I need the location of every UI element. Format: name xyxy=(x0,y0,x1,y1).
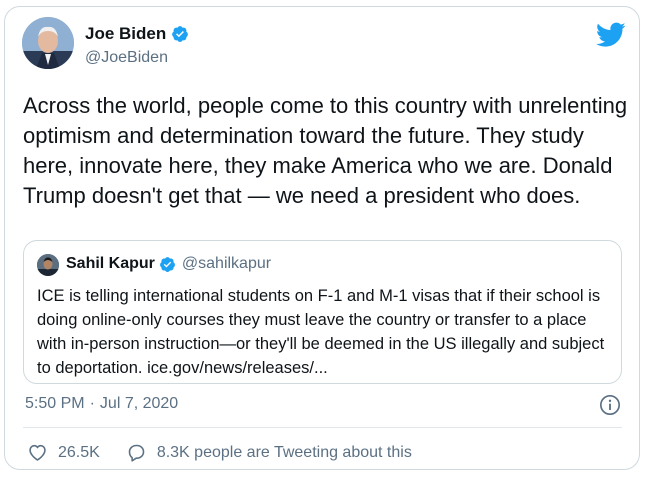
verified-badge-icon xyxy=(159,256,175,272)
quoted-tweet-text: ICE is telling international students on… xyxy=(37,287,605,377)
verified-badge-icon xyxy=(172,26,189,42)
author-name[interactable]: Joe Biden xyxy=(85,24,166,44)
quoted-author-name: Sahil Kapur xyxy=(66,255,155,272)
author-handle[interactable]: @JoeBiden xyxy=(85,49,168,67)
tweeting-about-link[interactable]: 8.3K people are Tweeting about this xyxy=(126,442,412,463)
twitter-bird-icon[interactable] xyxy=(596,22,626,48)
tweet-card: Joe Biden @JoeBiden Across the world, pe… xyxy=(4,6,640,470)
tweet-date: Jul 7, 2020 xyxy=(99,395,179,412)
quoted-tweet[interactable]: Sahil Kapur @sahilkapur ICE is telling i… xyxy=(23,240,622,384)
like-button[interactable]: 26.5K xyxy=(27,442,100,463)
info-icon[interactable] xyxy=(599,394,621,416)
like-count: 26.5K xyxy=(58,443,100,461)
separator-dot: · xyxy=(89,395,95,412)
speech-bubble-icon xyxy=(128,444,145,462)
tweet-text: Across the world, people come to this co… xyxy=(23,93,628,208)
divider xyxy=(23,427,622,428)
quoted-author-handle: @sahilkapur xyxy=(181,255,272,272)
heart-icon xyxy=(29,444,46,461)
quoted-header: Sahil Kapur @sahilkapur xyxy=(66,255,271,273)
tweet-timestamp[interactable]: 5:50 PM · Jul 7, 2020 xyxy=(25,395,178,413)
tweet-time: 5:50 PM xyxy=(25,395,85,412)
author-name-row: Joe Biden xyxy=(85,24,189,44)
tweeting-about-text: 8.3K people are Tweeting about this xyxy=(156,443,412,461)
quoted-author-avatar xyxy=(37,254,59,276)
author-avatar[interactable] xyxy=(22,17,74,69)
tweet-actions: 26.5K 8.3K people are Tweeting about thi… xyxy=(27,442,412,463)
